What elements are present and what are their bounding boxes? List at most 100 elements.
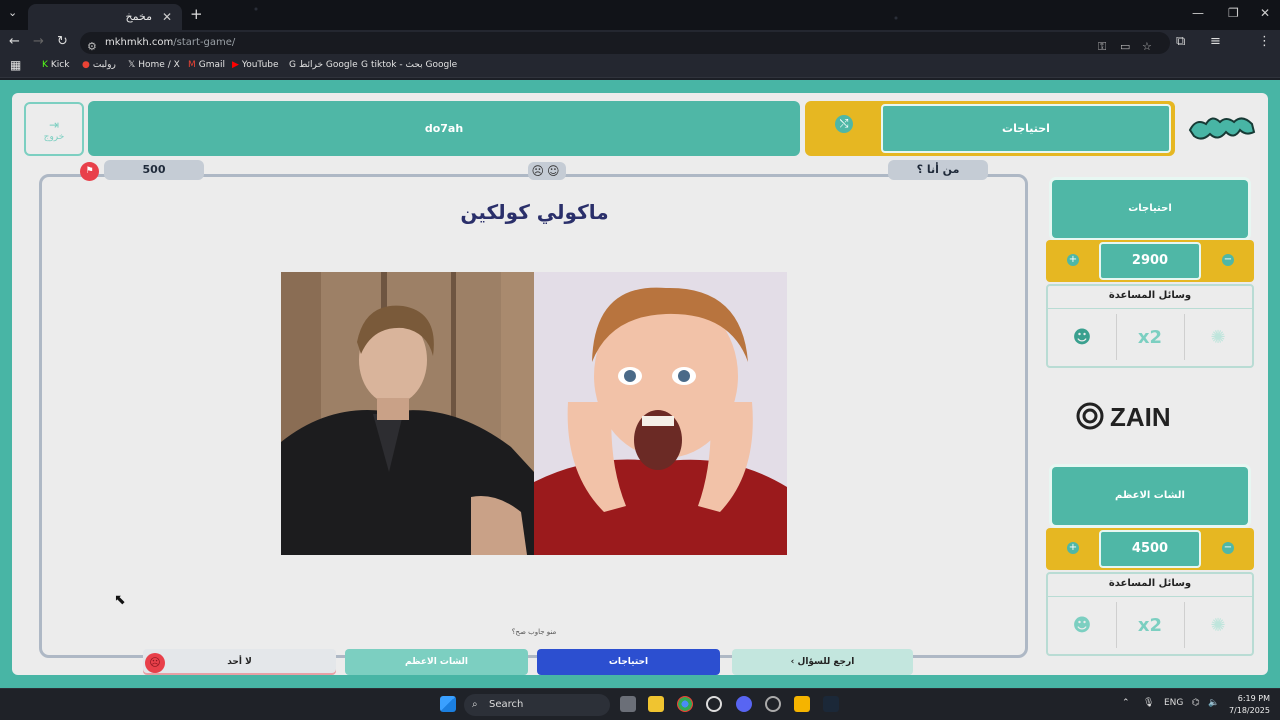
windows-start-icon[interactable] <box>440 696 456 712</box>
team1-help-label: وسائل المساعدة <box>1108 290 1192 301</box>
language-indicator[interactable]: ENG <box>1164 698 1183 708</box>
close-window-icon[interactable]: ✕ <box>1260 6 1270 20</box>
team-b-button[interactable]: احتياجات <box>537 649 720 675</box>
bookmark-youtube[interactable]: ▶ YouTube <box>232 60 279 70</box>
reload-icon[interactable]: ↻ <box>57 34 68 49</box>
back-icon[interactable]: ← <box>9 34 20 49</box>
extensions-icon[interactable]: ⧉ <box>1176 34 1185 49</box>
file-explorer-icon[interactable] <box>648 696 664 712</box>
obs-icon[interactable] <box>706 696 722 712</box>
flag-icon[interactable]: ⚑ <box>80 162 99 181</box>
turn-team-name: احتياجات <box>881 104 1171 153</box>
url-path: /start-game/ <box>173 37 236 48</box>
team-b-label: احتياجات <box>608 657 649 667</box>
team1-score-bar: + 2900 − <box>1046 240 1254 282</box>
plus-icon[interactable]: + <box>1067 542 1079 554</box>
current-team-bar: do7ah <box>88 101 800 156</box>
browser-tab[interactable]: مخمخ ✕ <box>28 4 182 30</box>
category-pill: من أنا ؟ <box>888 160 988 180</box>
search-icon: ⌕ <box>472 699 478 710</box>
steam-icon[interactable] <box>823 696 839 712</box>
browser-chrome: ⌄ مخمخ ✕ + — ❐ ✕ ← → ↻ ⚙ mkhmkh.com/star… <box>0 0 1280 80</box>
app-icon[interactable] <box>765 696 781 712</box>
discord-icon[interactable] <box>736 696 752 712</box>
address-bar[interactable]: ⚙ mkhmkh.com/start-game/ ⚿ ▭ ☆ <box>80 32 1170 54</box>
turn-indicator: ⤭ احتياجات <box>805 101 1175 156</box>
swap-icon[interactable]: ⤭ <box>835 115 853 133</box>
bookmark-google-maps[interactable]: G خرائط Google <box>289 60 358 70</box>
cast-icon[interactable]: ▭ <box>1120 36 1130 58</box>
zain-text: ZAIN <box>1110 402 1171 432</box>
microphone-icon[interactable]: 🎙 <box>1143 698 1154 708</box>
x-icon: 𝕏 <box>128 60 136 70</box>
windows-taskbar: ⌕ Search ⌃ 🎙 ENG ⌬ 🔈 6:19 PM 7/18/2025 <box>0 688 1280 720</box>
google-icon: ● <box>82 60 90 70</box>
exit-label: خروج <box>43 132 65 142</box>
double-points-icon[interactable]: x2 <box>1116 310 1184 366</box>
plus-icon[interactable]: + <box>1067 254 1079 266</box>
back-to-question-label: ارجع للسؤال <box>797 657 855 667</box>
minimize-icon[interactable]: — <box>1192 6 1204 20</box>
exit-icon: ⇥ <box>48 118 60 132</box>
bookmark-roulette[interactable]: ● رولبت <box>82 60 116 70</box>
kick-icon: K <box>42 60 48 70</box>
task-view-icon[interactable] <box>620 696 636 712</box>
photo-adult <box>281 272 534 555</box>
tab-list-icon[interactable]: ⌄ <box>8 6 17 19</box>
forward-icon[interactable]: → <box>33 34 44 49</box>
taskbar-search-label: Search <box>489 699 524 710</box>
call-friend-icon[interactable]: ☻ <box>1048 598 1116 654</box>
app-icon[interactable] <box>794 696 810 712</box>
volume-icon[interactable]: 🔈 <box>1208 698 1219 708</box>
minus-icon[interactable]: − <box>1222 542 1234 554</box>
url-host: mkhmkh.com <box>105 37 174 48</box>
chevron-up-icon[interactable]: ⌃ <box>1122 698 1130 708</box>
bookmark-star-icon[interactable]: ☆ <box>1142 36 1152 58</box>
site-info-icon[interactable]: ⚙ <box>87 36 97 58</box>
reaction-faces-icon[interactable]: ☹☺ <box>528 162 566 180</box>
new-tab-icon[interactable]: + <box>190 5 203 23</box>
bookmarks-bar: ▦ K Kick ● رولبت 𝕏 Home / X M Gmail ▶ YouTube… <box>0 56 1280 78</box>
chrome-icon[interactable] <box>677 696 693 712</box>
youtube-icon: ▶ <box>232 60 239 70</box>
divider <box>1048 308 1252 309</box>
bookmark-kick[interactable]: K Kick <box>42 60 69 70</box>
minus-icon[interactable]: − <box>1222 254 1234 266</box>
call-friend-icon[interactable]: ☻ <box>1048 310 1116 366</box>
team-a-label: الشات الاعظم <box>405 657 468 667</box>
close-tab-icon[interactable]: ✕ <box>162 4 172 30</box>
no-one-label: لا أحد <box>227 657 252 667</box>
clock[interactable]: 6:19 PM 7/18/2025 <box>1226 693 1270 717</box>
team1-score: 2900 <box>1099 242 1201 280</box>
double-points-icon[interactable]: x2 <box>1116 598 1184 654</box>
apps-grid-icon[interactable]: ▦ <box>10 58 21 72</box>
clock-date: 7/18/2025 <box>1228 706 1270 715</box>
reading-list-icon[interactable]: ≡ <box>1210 34 1221 49</box>
mkhmkh-logo <box>1188 117 1256 140</box>
password-key-icon[interactable]: ⚿ <box>1098 36 1106 58</box>
bookmark-tiktok-search[interactable]: Gtiktok - بحث Google <box>361 60 457 70</box>
mouse-cursor-icon: ⬉ <box>114 592 126 608</box>
address-row: ← → ↻ ⚙ mkhmkh.com/start-game/ ⚿ ▭ ☆ ⧉ ≡… <box>0 30 1280 56</box>
bookmark-x[interactable]: 𝕏 Home / X <box>128 60 180 70</box>
network-icon[interactable]: ⌬ <box>1192 698 1200 708</box>
hint-icon[interactable]: ✺ <box>1184 310 1252 366</box>
team1-help-tools: وسائل المساعدة ☻ x2 ✺ <box>1046 284 1254 368</box>
back-to-question-button[interactable]: ‹ ارجع للسؤال <box>732 649 913 675</box>
team2-score: 4500 <box>1099 530 1201 568</box>
team2-help-label: وسائل المساعدة <box>1108 578 1192 589</box>
menu-icon[interactable]: ⋮ <box>1258 34 1271 49</box>
tab-title: مخمخ <box>125 10 152 23</box>
maximize-icon[interactable]: ❐ <box>1228 6 1239 20</box>
bookmark-gmail[interactable]: M Gmail <box>188 60 225 70</box>
taskbar-search[interactable]: ⌕ Search <box>464 694 610 716</box>
team-a-button[interactable]: الشات الاعظم <box>345 649 528 675</box>
photo-child <box>534 272 787 555</box>
hint-icon[interactable]: ✺ <box>1184 598 1252 654</box>
divider <box>1048 596 1252 597</box>
team2-help-tools: وسائل المساعدة ☻ x2 ✺ <box>1046 572 1254 656</box>
question-text: ماكولي كولكين <box>460 200 609 224</box>
clock-time: 6:19 PM <box>1237 694 1270 703</box>
exit-button[interactable]: ⇥ خروج <box>24 102 84 156</box>
no-one-button[interactable]: لا أحد <box>143 649 336 675</box>
